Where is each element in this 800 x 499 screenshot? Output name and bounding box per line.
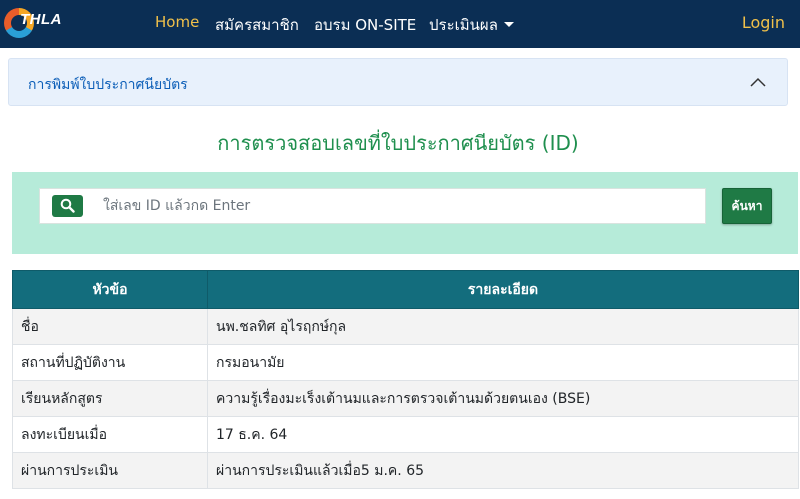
nav-home[interactable]: Home [155,13,199,31]
nav-evaluation-label: ประเมินผล [429,16,498,34]
caret-down-icon [503,22,514,27]
table-row: เรียนหลักสูตร ความรู้เรื่องมะเร็งเต้านมแ… [12,380,799,417]
search-icon [60,198,75,213]
search-panel: ค้นหา [12,172,798,254]
page-title: การตรวจสอบเลขที่ใบประกาศนียบัตร (ID) [217,131,579,155]
row-label: ผ่านการประเมิน [12,452,208,489]
row-value: ผ่านการประเมินแล้วเมื่อ5 ม.ค. 65 [207,452,799,489]
table-row: สถานที่ปฏิบัติงาน กรมอนามัย [12,344,799,381]
nav-register[interactable]: สมัครสมาชิก [215,13,299,37]
chevron-up-icon[interactable] [749,75,767,89]
certificate-info-table: หัวข้อ รายละเอียด ชื่อ นพ.ชลทิศ อุไรฤกษ์… [12,270,799,489]
logo-text: THLA [20,11,62,28]
accordion-title: การพิมพ์ใบประกาศนียบัตร [28,77,188,93]
search-icon-button[interactable] [52,195,83,217]
certificate-id-input[interactable] [95,189,700,223]
certificate-print-accordion[interactable]: การพิมพ์ใบประกาศนียบัตร [8,58,788,106]
nav-evaluation-dropdown[interactable]: ประเมินผล [429,13,514,37]
search-input-group [39,188,706,224]
nav-onsite-training[interactable]: อบรม ON-SITE [314,13,416,37]
row-label: ลงทะเบียนเมื่อ [12,416,208,453]
row-value: 17 ธ.ค. 64 [207,416,799,453]
row-label: เรียนหลักสูตร [12,380,208,417]
row-label: สถานที่ปฏิบัติงาน [12,344,208,381]
search-button[interactable]: ค้นหา [722,188,772,224]
column-header-details: รายละเอียด [207,270,799,309]
table-row: ชื่อ นพ.ชลทิศ อุไรฤกษ์กุล [12,308,799,345]
row-value: นพ.ชลทิศ อุไรฤกษ์กุล [207,308,799,345]
row-value: ความรู้เรื่องมะเร็งเต้านมและการตรวจเต้าน… [207,380,799,417]
row-value: กรมอนามัย [207,344,799,381]
login-link[interactable]: Login [742,13,785,32]
column-header-topic: หัวข้อ [12,270,208,309]
top-navbar: THLA Home สมัครสมาชิก อบรม ON-SITE ประเม… [0,0,800,48]
row-label: ชื่อ [12,308,208,345]
table-row: ลงทะเบียนเมื่อ 17 ธ.ค. 64 [12,416,799,453]
brand-logo[interactable]: THLA [4,6,68,42]
table-row: ผ่านการประเมิน ผ่านการประเมินแล้วเมื่อ5 … [12,452,799,489]
table-header-row: หัวข้อ รายละเอียด [12,270,799,309]
